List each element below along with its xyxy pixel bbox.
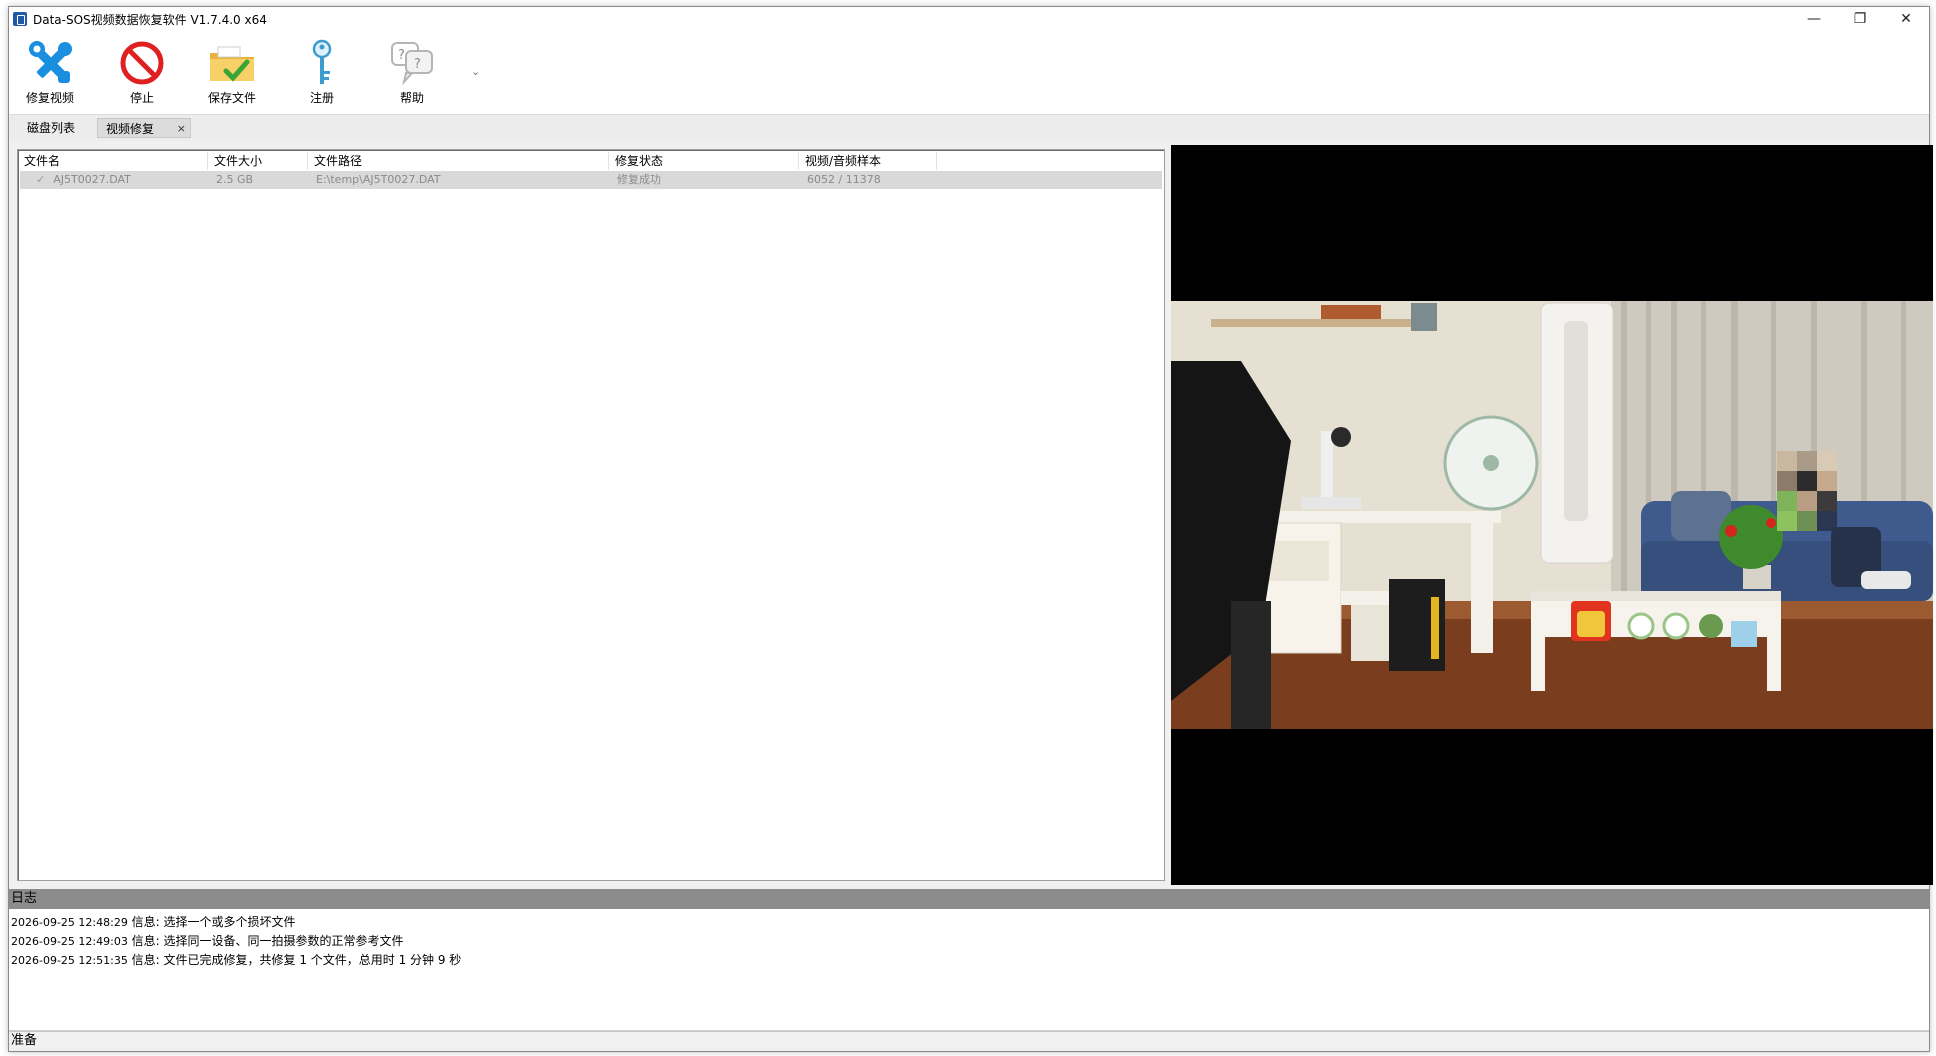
video-frame [1171,301,1933,729]
cell-path: E:\temp\AJ5T0027.DAT [316,173,441,186]
toolbar: 修复视频 停止 保存文件 注册 ? ? 帮助 ⌄ [9,31,1929,115]
key-icon [294,39,350,87]
folder-check-icon [204,39,260,87]
window-title: Data-SOS视频数据恢复软件 V1.7.4.0 x64 [33,12,267,27]
log-entry-time: 2026-09-25 12:49:03 [11,935,128,948]
cell-status: 修复成功 [617,173,661,186]
cell-size: 2.5 GB [216,173,254,186]
column-header-status[interactable]: 修复状态 [609,152,799,170]
app-icon [13,12,27,26]
restore-button[interactable]: ❐ [1837,7,1883,31]
file-list[interactable]: 文件名 文件大小 文件路径 修复状态 视频/音频样本 ✓ AJ5T0027.DAT… [17,149,1165,881]
repair-video-button[interactable]: 修复视频 [15,39,85,105]
column-header-samples[interactable]: 视频/音频样本 [799,152,937,170]
log-entry-message: 信息: 选择同一设备、同一拍摄参数的正常参考文件 [131,934,404,948]
stop-icon [114,39,170,87]
save-file-label: 保存文件 [207,91,256,105]
help-button[interactable]: ? ? 帮助 [377,39,447,105]
video-preview[interactable] [1171,145,1933,885]
help-label: 帮助 [399,91,424,105]
close-button[interactable]: ✕ [1883,7,1929,31]
register-label: 注册 [309,91,334,105]
log-entry-time: 2026-09-25 12:51:35 [11,954,128,967]
log-entry-message: 信息: 文件已完成修复，共修复 1 个文件，总用时 1 分钟 9 秒 [131,953,462,967]
minimize-button[interactable]: — [1791,7,1837,31]
checkmark-icon[interactable]: ✓ [36,171,45,189]
tab-video-repair[interactable]: 视频修复 × [97,118,191,138]
file-name: AJ5T0027.DAT [53,173,131,186]
file-list-header: 文件名 文件大小 文件路径 修复状态 视频/音频样本 [18,152,1164,170]
wrench-screwdriver-icon [22,39,78,87]
log-entry: 2026-09-25 12:51:35 信息: 文件已完成修复，共修复 1 个文… [9,951,1929,970]
column-header-path[interactable]: 文件路径 [308,152,609,170]
help-bubble-icon: ? ? [384,39,440,87]
column-header-name[interactable]: 文件名 [18,152,208,170]
log-entry: 2026-09-25 12:48:29 信息: 选择一个或多个损坏文件 [9,913,1929,932]
title-bar: Data-SOS视频数据恢复软件 V1.7.4.0 x64 — ❐ ✕ [9,7,1929,31]
log-title: 日志 [9,889,1929,909]
svg-text:?: ? [398,48,405,63]
save-file-button[interactable]: 保存文件 [197,39,267,105]
log-entry-message: 信息: 选择一个或多个损坏文件 [131,915,296,929]
tab-strip: 磁盘列表 视频修复 × [9,115,1929,141]
svg-text:?: ? [414,57,421,72]
main-content: 文件名 文件大小 文件路径 修复状态 视频/音频样本 ✓ AJ5T0027.DAT… [9,141,1933,889]
app-window: Data-SOS视频数据恢复软件 V1.7.4.0 x64 — ❐ ✕ 修复视频… [8,6,1933,1052]
log-entry-time: 2026-09-25 12:48:29 [11,916,128,929]
status-bar: 准备 [9,1031,1929,1051]
window-controls: — ❐ ✕ [1791,7,1929,31]
video-frame-image [1171,301,1933,729]
tab-video-repair-label: 视频修复 [106,122,155,136]
log-panel[interactable]: 2026-09-25 12:48:29 信息: 选择一个或多个损坏文件 2026… [9,909,1929,1031]
cell-name: ✓ AJ5T0027.DAT [20,171,208,189]
stop-label: 停止 [129,91,154,105]
log-entry: 2026-09-25 12:49:03 信息: 选择同一设备、同一拍摄参数的正常… [9,932,1929,951]
register-button[interactable]: 注册 [287,39,357,105]
tab-disk-list-label: 磁盘列表 [27,121,76,135]
chevron-down-icon[interactable]: ⌄ [471,65,480,78]
column-header-size[interactable]: 文件大小 [208,152,308,170]
stop-button[interactable]: 停止 [107,39,177,105]
repair-video-label: 修复视频 [25,91,74,105]
table-row[interactable]: ✓ AJ5T0027.DAT 2.5 GB E:\temp\AJ5T0027.DA… [20,171,1162,189]
cell-samples: 6052 / 11378 [807,173,881,186]
tab-disk-list[interactable]: 磁盘列表 [19,118,91,138]
tab-close-icon[interactable]: × [177,119,186,139]
